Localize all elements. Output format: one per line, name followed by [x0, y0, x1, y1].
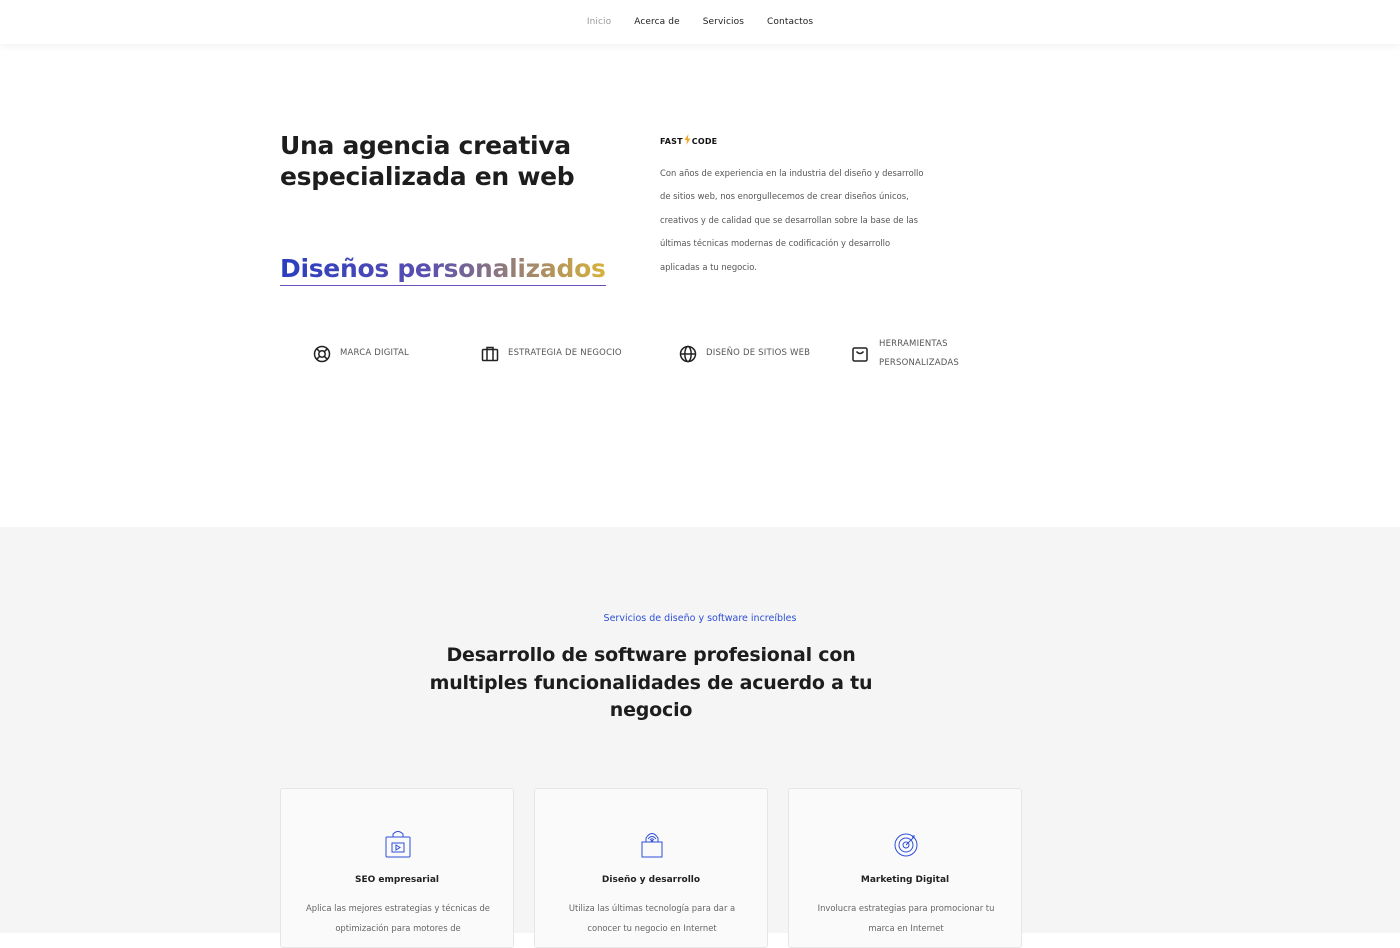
nav-link-acerca-de[interactable]: Acerca de: [634, 17, 679, 27]
briefcase-icon: [481, 345, 499, 363]
feature-list: Marca digital Estrategia de negocio Dise…: [0, 339, 1400, 384]
service-card-title: Marketing Digital: [860, 875, 950, 885]
hero-section: Una agencia creativa especializada en we…: [0, 44, 1400, 527]
service-card-title: Diseño y desarrollo: [601, 875, 701, 885]
brand-text-right: CODE: [691, 136, 718, 146]
feature-diseno-sitios-web[interactable]: Diseño de sitios web: [679, 344, 810, 363]
feature-label: Herramientas personalizadas: [879, 339, 959, 368]
shopping-bag-icon: [851, 345, 869, 363]
nav-link-servicios[interactable]: Servicios: [703, 17, 744, 27]
service-card-marketing[interactable]: Marketing Digital Involucra estrategias …: [788, 788, 1022, 948]
hero-accent-title: Diseños personalizados: [280, 253, 606, 286]
nav-link-contactos[interactable]: Contactos: [767, 17, 813, 27]
service-card-description: Utiliza las últimas tecnología para dar …: [568, 903, 736, 933]
services-title: Desarrollo de software profesional con m…: [429, 644, 873, 721]
service-card-description: Involucra estrategias para promocionar t…: [817, 903, 995, 933]
service-card-description: Aplica las mejores estrategias y técnica…: [306, 903, 490, 933]
lifebuoy-icon: [313, 345, 331, 363]
feature-label: Diseño de sitios web: [706, 348, 811, 358]
service-card-title: SEO empresarial: [355, 875, 439, 885]
feature-label: Estrategia de negocio: [508, 348, 622, 358]
feature-estrategia-negocio[interactable]: Estrategia de negocio: [481, 344, 622, 363]
target-icon: [892, 829, 920, 859]
brand-logo: FAST CODE: [660, 134, 717, 148]
wifi-bag-icon: [638, 829, 666, 859]
feature-label: Marca digital: [340, 348, 409, 358]
services-tagline: Servicios de diseño y software increíble…: [603, 613, 797, 624]
hero-title: Una agencia creativa especializada en we…: [280, 131, 575, 191]
nav-link-inicio[interactable]: Inicio: [587, 17, 611, 27]
services-section: Servicios de diseño y software increíble…: [0, 527, 1400, 948]
brand-text-left: FAST: [660, 136, 683, 146]
globe-icon: [679, 345, 697, 363]
feature-herramientas-personalizadas[interactable]: Herramientas personalizadas: [851, 335, 979, 373]
hero-description: Con años de experiencia en la industria …: [660, 168, 924, 272]
service-card-seo[interactable]: SEO empresarial Aplica las mejores estra…: [280, 788, 514, 948]
lightning-bolt-icon: [684, 134, 691, 148]
play-bag-icon: [384, 829, 412, 859]
service-card-diseno[interactable]: Diseño y desarrollo Utiliza las últimas …: [534, 788, 768, 948]
top-navigation: Inicio Acerca de Servicios Contactos: [0, 0, 1400, 44]
feature-marca-digital[interactable]: Marca digital: [313, 344, 409, 363]
